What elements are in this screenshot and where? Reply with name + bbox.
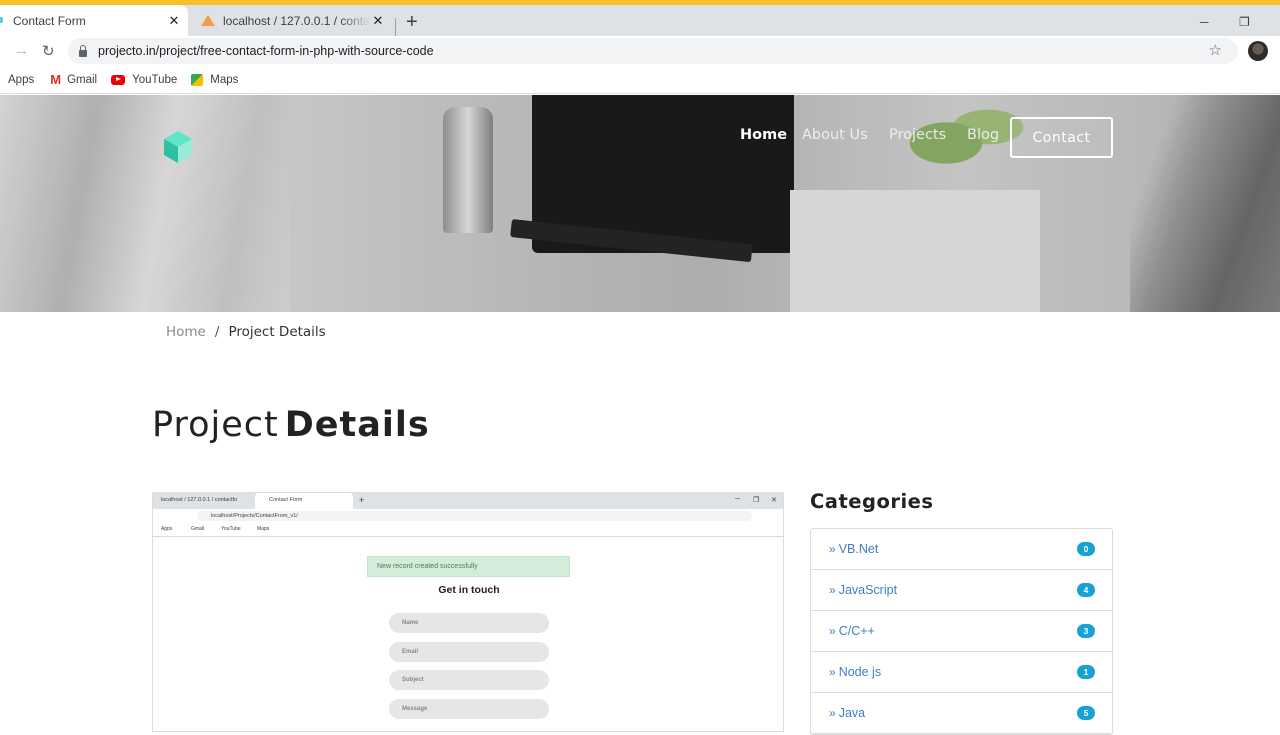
shot-bm-gmail: Gmail — [191, 526, 205, 532]
chevron-right-icon: » — [829, 706, 836, 720]
bookmark-label: Maps — [210, 73, 239, 86]
bookmark-maps[interactable]: Maps — [191, 73, 239, 86]
chevron-right-icon: » — [829, 583, 836, 597]
close-tab-icon[interactable]: ✕ — [370, 13, 386, 29]
category-count-badge: 0 — [1077, 542, 1095, 556]
shot-minimize-icon: ─ — [735, 496, 740, 503]
shot-heading: Get in touch — [438, 584, 500, 596]
shot-message-field: Message — [389, 699, 549, 719]
category-label: JavaScript — [838, 583, 898, 597]
category-count-badge: 4 — [1077, 583, 1095, 597]
tab-phpmyadmin[interactable]: localhost / 127.0.0.1 / contactform ✕ — [196, 5, 392, 36]
lock-icon — [78, 45, 88, 57]
breadcrumb-home[interactable]: Home — [166, 324, 206, 340]
maps-icon — [191, 73, 204, 86]
project-screenshot: localhost / 127.0.0.1 / contactfo Contac… — [152, 492, 784, 732]
bookmark-apps[interactable]: Apps — [8, 74, 34, 86]
tab-title: localhost / 127.0.0.1 / contactform — [223, 13, 370, 28]
breadcrumb-current: Project Details — [228, 324, 326, 340]
bookmark-label: YouTube — [132, 73, 178, 86]
nav-projects[interactable]: Projects — [889, 127, 946, 143]
shot-subject-field: Subject — [389, 670, 549, 690]
new-tab-button[interactable]: + — [406, 12, 418, 32]
chevron-right-icon: » — [829, 624, 836, 638]
url-text: projecto.in/project/free-contact-form-in… — [98, 44, 434, 58]
close-tab-icon[interactable]: ✕ — [166, 13, 182, 29]
youtube-icon — [111, 74, 126, 85]
breadcrumb-separator: / — [214, 324, 220, 340]
reload-icon[interactable]: ↻ — [42, 42, 55, 60]
page-title: Project Details — [152, 405, 430, 445]
browser-toolbar: → ↻ projecto.in/project/free-contact-for… — [0, 36, 1280, 66]
category-java[interactable]: » Java 5 — [811, 693, 1112, 734]
nav-home[interactable]: Home — [740, 127, 787, 143]
bookmark-gmail[interactable]: M Gmail — [48, 72, 97, 87]
shot-tab-phpmyadmin: localhost / 127.0.0.1 / contactfo — [161, 497, 238, 503]
page-title-bold: Details — [284, 405, 430, 445]
shot-tab-contact-form: Contact Form — [255, 493, 353, 509]
nav-about-us[interactable]: About Us — [802, 127, 868, 143]
contact-form-favicon-icon — [0, 17, 3, 23]
page-title-light: Project — [152, 405, 279, 445]
categories-title: Categories — [810, 490, 934, 513]
shot-tab-bar: localhost / 127.0.0.1 / contactfo Contac… — [153, 493, 783, 509]
category-count-badge: 3 — [1077, 624, 1095, 638]
restore-button[interactable]: ❐ — [1239, 15, 1250, 29]
address-bar[interactable]: projecto.in/project/free-contact-form-in… — [68, 38, 1238, 64]
shot-bm-apps: Apps — [161, 526, 173, 532]
categories-list: » VB.Net 0 » JavaScript 4 » C/C++ 3 » No… — [810, 528, 1113, 735]
shot-email-field: Email — [389, 642, 549, 662]
category-count-badge: 1 — [1077, 665, 1095, 679]
shot-address-bar: localhost/Projects/ContactFrom_v1/ — [197, 511, 752, 521]
contact-button[interactable]: Contact — [1010, 117, 1113, 158]
nav-blog[interactable]: Blog — [967, 127, 999, 143]
minimize-button[interactable]: ─ — [1200, 15, 1209, 29]
category-label: VB.Net — [838, 542, 879, 556]
bookmark-youtube[interactable]: YouTube — [111, 74, 177, 86]
chevron-right-icon: » — [829, 542, 836, 556]
shot-bm-youtube: YouTube — [221, 526, 241, 532]
shot-bookmarks-bar: Apps Gmail YouTube Maps — [153, 523, 783, 537]
category-label: C/C++ — [838, 624, 875, 638]
category-javascript[interactable]: » JavaScript 4 — [811, 570, 1112, 611]
breadcrumb: Home / Project Details — [166, 324, 326, 340]
bookmark-star-icon[interactable]: ☆ — [1209, 41, 1222, 59]
bookmarks-bar: Apps M Gmail YouTube Maps — [0, 66, 1280, 94]
chevron-right-icon: » — [829, 665, 836, 679]
shot-new-tab-icon: + — [359, 495, 365, 505]
profile-avatar[interactable] — [1248, 41, 1268, 61]
shot-restore-icon: ❐ — [753, 497, 760, 504]
tab-separator — [395, 18, 396, 36]
site-logo-icon[interactable] — [160, 129, 196, 167]
category-c-cpp[interactable]: » C/C++ 3 — [811, 611, 1112, 652]
browser-tab-bar: Contact Form ✕ localhost / 127.0.0.1 / c… — [0, 5, 1280, 36]
category-count-badge: 5 — [1077, 706, 1095, 720]
shot-success-alert: New record created successfully — [367, 556, 570, 577]
tab-title: Contact Form — [13, 13, 86, 28]
shot-bm-maps: Maps — [257, 526, 270, 532]
bookmark-label: Gmail — [67, 73, 98, 86]
forward-icon[interactable]: → — [14, 42, 29, 59]
category-vbnet[interactable]: » VB.Net 0 — [811, 529, 1112, 570]
shot-close-icon: ✕ — [771, 497, 777, 504]
tab-contact-form[interactable]: Contact Form ✕ — [0, 5, 188, 36]
category-label: Java — [838, 706, 866, 720]
category-nodejs[interactable]: » Node js 1 — [811, 652, 1112, 693]
category-label: Node js — [838, 665, 882, 679]
phpmyadmin-favicon-icon — [200, 14, 216, 27]
shot-toolbar: localhost/Projects/ContactFrom_v1/ — [153, 509, 783, 523]
shot-name-field: Name — [389, 613, 549, 633]
gmail-icon: M — [50, 72, 62, 87]
